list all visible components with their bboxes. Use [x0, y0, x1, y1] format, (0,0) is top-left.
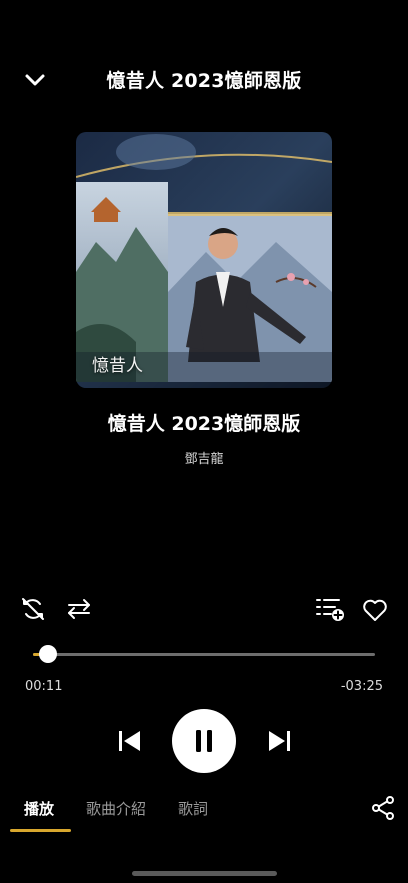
repeat-icon[interactable]: [65, 595, 93, 623]
album-art: 憶昔人: [76, 132, 332, 388]
home-indicator: [132, 871, 277, 876]
pause-button[interactable]: [172, 709, 236, 773]
remaining-time: -03:25: [340, 679, 383, 694]
tab-song-intro[interactable]: 歌曲介紹: [86, 798, 146, 819]
previous-icon[interactable]: [114, 726, 144, 756]
tab-lyrics[interactable]: 歌詞: [178, 798, 208, 819]
artist-name[interactable]: 鄧吉龍: [0, 448, 408, 467]
next-icon[interactable]: [265, 726, 295, 756]
add-to-playlist-icon[interactable]: [315, 595, 345, 623]
progress-handle[interactable]: [39, 645, 58, 663]
elapsed-time: 00:11: [25, 679, 63, 694]
heart-icon[interactable]: [361, 596, 389, 624]
active-tab-indicator: [10, 829, 71, 832]
shuffle-off-icon[interactable]: [19, 595, 47, 623]
song-title: 憶昔人 2023憶師恩版: [107, 413, 301, 435]
page-title: 憶昔人 2023憶師恩版: [106, 70, 302, 92]
album-art-caption: 憶昔人: [92, 356, 143, 376]
share-icon[interactable]: [370, 795, 396, 821]
tab-play[interactable]: 播放: [24, 798, 54, 819]
pause-icon: [196, 730, 212, 752]
chevron-down-icon[interactable]: [22, 68, 48, 92]
progress-track[interactable]: [33, 653, 375, 656]
